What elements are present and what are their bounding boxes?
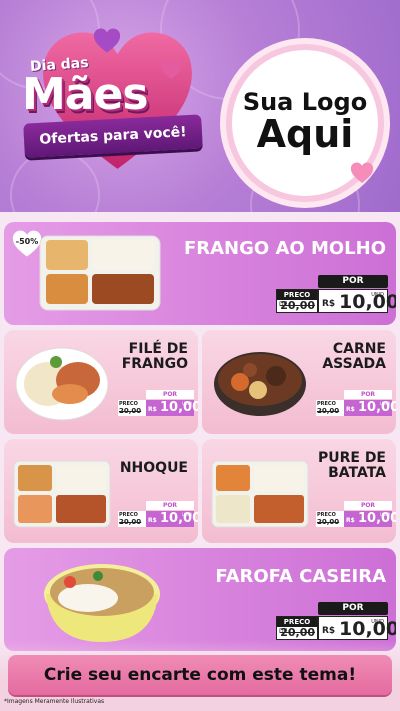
por-label: POR bbox=[344, 501, 392, 510]
currency-label: R$ bbox=[322, 626, 336, 636]
food-tray-image bbox=[211, 460, 309, 528]
logo-text-line2: Aqui bbox=[256, 112, 354, 157]
product-name-line2: BATATA bbox=[328, 464, 386, 481]
price-tag: POR PRECO DE 20,00 R$ 10,00 UNID bbox=[276, 275, 396, 313]
old-price-box: PRECO 20,00 bbox=[316, 511, 344, 527]
new-price: 10,00 bbox=[358, 400, 396, 415]
heart-icon bbox=[350, 162, 374, 183]
old-price: 20,00 bbox=[317, 407, 340, 415]
unit-label: UNID bbox=[379, 512, 390, 517]
product-card-file-de-frango[interactable]: FILÉ DE FRANGO POR PRECO 20,00 R$ 10,00 … bbox=[4, 330, 198, 434]
por-label: POR bbox=[344, 390, 392, 399]
currency-label: R$ bbox=[148, 406, 157, 413]
price-tag: POR PRECO 20,00 R$ 10,00 UNID bbox=[118, 390, 198, 416]
product-name-line1: FILÉ DE bbox=[128, 341, 188, 357]
old-price-box: PRECO 20,00 bbox=[118, 400, 146, 416]
product-card-farofa-caseira[interactable]: FAROFA CASEIRA POR PRECO DE 20,00 R$ 10,… bbox=[4, 548, 396, 651]
product-card-carne-assada[interactable]: CARNE ASSADA POR PRECO 20,00 R$ 10,00 UN… bbox=[202, 330, 396, 434]
product-name-line1: CARNE bbox=[332, 341, 386, 357]
product-card-frango-ao-molho[interactable]: -50% FRANGO AO MOLHO POR PRECO DE 20,00 … bbox=[4, 222, 396, 325]
currency-label: R$ bbox=[346, 406, 355, 413]
food-tray-image bbox=[13, 460, 111, 528]
food-bowl-image bbox=[214, 352, 306, 416]
price-tag: POR PRECO 20,00 R$ 10,00 UNID bbox=[316, 501, 396, 527]
por-label: POR bbox=[146, 501, 194, 510]
food-bowl-image bbox=[44, 564, 160, 642]
price-tag: POR PRECO 20,00 R$ 10,00 UNID bbox=[118, 501, 198, 527]
price-tag: POR PRECO 20,00 R$ 10,00 UNID bbox=[316, 390, 396, 416]
price-tag: POR PRECO DE 20,00 R$ 10,00 UNID bbox=[276, 602, 396, 640]
product-name: FILÉ DE FRANGO bbox=[122, 342, 188, 371]
product-name-line2: FRANGO bbox=[121, 355, 188, 372]
old-price-box: PRECO DE 20,00 bbox=[276, 289, 318, 313]
old-price: 20,00 bbox=[119, 407, 142, 415]
por-label: POR bbox=[146, 390, 194, 399]
product-name: FRANGO AO MOLHO bbox=[183, 238, 386, 259]
header-banner: Dia das Mães Ofertas para você! Sua Logo… bbox=[0, 0, 400, 212]
por-label: POR bbox=[318, 275, 388, 288]
disclaimer-text: *Imagens Meramente Ilustrativas bbox=[4, 698, 105, 705]
offers-ribbon: Ofertas para você! bbox=[23, 114, 203, 158]
mothers-day-title: Dia das Mães Ofertas para você! bbox=[18, 55, 208, 165]
product-name: NHOQUE bbox=[119, 460, 188, 476]
food-tray-image bbox=[39, 235, 161, 311]
product-name-line1: PURE DE bbox=[317, 450, 386, 466]
unit-label: UNID bbox=[181, 401, 192, 406]
product-name: PURE DE BATATA bbox=[318, 451, 386, 480]
new-price: 10,00 bbox=[160, 400, 198, 415]
old-price-box: PRECO 20,00 bbox=[118, 511, 146, 527]
new-price: 10,00 bbox=[160, 511, 198, 526]
unit-label: UNID bbox=[371, 619, 384, 625]
currency-label: R$ bbox=[148, 517, 157, 524]
logo-text-line1: Sua Logo bbox=[242, 88, 368, 117]
old-price: 20,00 bbox=[317, 518, 340, 526]
new-price: 10,00 bbox=[339, 291, 396, 313]
product-card-pure-de-batata[interactable]: PURE DE BATATA POR PRECO 20,00 R$ 10,00 … bbox=[202, 439, 396, 543]
small-heart-icon bbox=[93, 28, 121, 53]
old-price: 20,00 bbox=[119, 518, 142, 526]
new-price-box: R$ 10,00 UNID bbox=[146, 400, 198, 416]
new-price-box: R$ 10,00 UNID bbox=[344, 511, 396, 527]
product-name-line2: ASSADA bbox=[322, 355, 386, 372]
currency-label: R$ bbox=[346, 517, 355, 524]
product-card-nhoque[interactable]: NHOQUE POR PRECO 20,00 R$ 10,00 UNID bbox=[4, 439, 198, 543]
currency-label: R$ bbox=[322, 299, 336, 309]
old-price: 20,00 bbox=[280, 626, 315, 639]
cta-banner[interactable]: Crie seu encarte com este tema! bbox=[8, 655, 392, 695]
old-price-box: PRECO DE 20,00 bbox=[276, 616, 318, 640]
old-price-box: PRECO 20,00 bbox=[316, 400, 344, 416]
new-price-box: R$ 10,00 UNID bbox=[344, 400, 396, 416]
food-bowl-image bbox=[15, 347, 109, 421]
unit-label: UNID bbox=[379, 401, 390, 406]
new-price: 10,00 bbox=[358, 511, 396, 526]
old-price: 20,00 bbox=[280, 299, 315, 312]
title-maes: Mães bbox=[22, 69, 149, 120]
product-name: FAROFA CASEIRA bbox=[215, 566, 386, 587]
product-name: CARNE ASSADA bbox=[322, 342, 386, 371]
new-price-box: R$ 10,00 UNID bbox=[318, 616, 396, 640]
new-price-box: R$ 10,00 UNID bbox=[146, 511, 198, 527]
unit-label: UNID bbox=[371, 292, 384, 298]
unit-label: UNID bbox=[181, 512, 192, 517]
por-label: POR bbox=[318, 602, 388, 615]
new-price: 10,00 bbox=[339, 618, 396, 640]
new-price-box: R$ 10,00 UNID bbox=[318, 289, 396, 313]
